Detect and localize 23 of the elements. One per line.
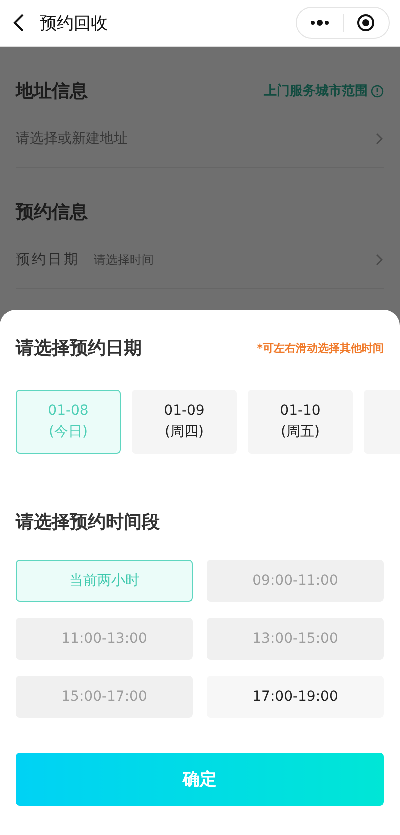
sheet-title: 请选择预约日期 [16, 337, 142, 360]
time-slot[interactable]: 当前两小时 [16, 560, 193, 602]
chevron-right-icon [376, 133, 384, 145]
date-label: 预约日期 [16, 251, 80, 269]
info-icon [371, 84, 384, 98]
confirm-button[interactable]: 确定 [16, 753, 384, 806]
time-slot[interactable]: 17:00-19:00 [207, 676, 384, 718]
date-row[interactable]: 预约日期 请选择时间 [16, 232, 384, 289]
address-row[interactable]: 请选择或新建地址 [16, 111, 384, 168]
address-placeholder: 请选择或新建地址 [16, 130, 129, 148]
section-title: 预约信息 [16, 201, 88, 224]
section-title: 请选择预约时间段 [16, 511, 161, 534]
page-title: 预约回收 [40, 12, 109, 34]
section-title: 地址信息 [16, 80, 88, 103]
service-area-link[interactable]: 上门服务城市范围 [264, 82, 384, 100]
time-placeholder: 请选择时间 [94, 252, 155, 268]
date-card[interactable]: 01-08 (今日) [16, 390, 121, 454]
date-card[interactable]: 01-09 (周四) [132, 390, 237, 454]
more-icon [310, 20, 330, 26]
scroll-hint: *可左右滑动选择其他时间 [257, 340, 384, 356]
chevron-right-icon [376, 254, 384, 266]
date-card[interactable]: 01-10 (周五) [248, 390, 353, 454]
target-icon [357, 14, 376, 32]
